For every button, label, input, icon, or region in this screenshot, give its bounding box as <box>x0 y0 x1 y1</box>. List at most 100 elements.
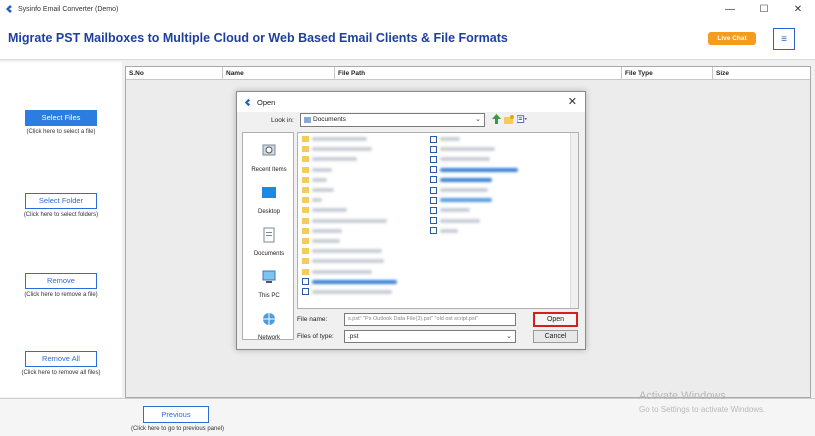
list-item-selected[interactable] <box>430 166 518 174</box>
left-panel: Select Files (Click here to select a fil… <box>0 62 122 397</box>
list-item[interactable] <box>302 206 397 214</box>
list-item[interactable] <box>430 206 518 214</box>
pst-file-icon <box>302 288 309 296</box>
live-chat-button[interactable]: Live Chat <box>708 32 756 45</box>
folder-icon <box>302 166 309 173</box>
pst-file-icon <box>430 206 437 214</box>
place-recent-items[interactable]: Recent Items <box>243 143 295 173</box>
list-item[interactable] <box>302 217 397 225</box>
menu-button[interactable]: ≡ <box>773 28 795 50</box>
select-folder-action: Select Folder (Click here to select fold… <box>0 190 122 218</box>
list-item[interactable] <box>302 145 397 153</box>
place-desktop-label: Desktop <box>257 209 280 215</box>
list-item[interactable] <box>430 155 518 163</box>
list-item[interactable] <box>302 288 397 296</box>
list-item[interactable] <box>430 135 518 143</box>
view-menu-icon[interactable] <box>517 113 527 125</box>
up-folder-icon[interactable] <box>491 113 501 125</box>
look-in-label: Look in: <box>271 117 294 124</box>
documents-folder-icon <box>304 117 311 123</box>
app-logo-icon <box>6 5 12 13</box>
select-files-hint: (Click here to select a file) <box>26 129 96 135</box>
list-item[interactable] <box>302 196 397 204</box>
column-file-type[interactable]: File Type <box>622 67 713 79</box>
file-column-right <box>430 135 518 237</box>
list-item[interactable] <box>430 196 518 204</box>
list-item[interactable] <box>430 217 518 225</box>
open-dialog: Open ✕ Look in: Documents ⌄ Recent Items… <box>236 91 586 350</box>
previous-button[interactable]: Previous <box>143 406 209 423</box>
pst-file-icon <box>430 196 437 204</box>
list-item[interactable] <box>430 186 518 194</box>
column-sno[interactable]: S.No <box>126 67 223 79</box>
list-item[interactable] <box>302 186 397 194</box>
column-name[interactable]: Name <box>223 67 335 79</box>
chevron-down-icon: ⌄ <box>475 116 481 123</box>
minimize-button[interactable]: — <box>713 0 747 18</box>
select-files-action: Select Files (Click here to select a fil… <box>0 107 122 135</box>
file-list[interactable] <box>297 132 579 309</box>
previous-hint: (Click here to go to previous panel) <box>130 426 225 432</box>
place-network[interactable]: Network <box>243 311 295 341</box>
dialog-app-icon <box>244 98 251 106</box>
remove-all-button[interactable]: Remove All <box>25 351 97 367</box>
list-item[interactable] <box>302 247 397 255</box>
folder-icon <box>302 207 309 214</box>
files-of-type-value: .pst <box>348 333 359 340</box>
folder-icon <box>302 248 309 255</box>
bottom-bar: Previous (Click here to go to previous p… <box>0 398 815 436</box>
place-this-pc[interactable]: This PC <box>243 269 295 299</box>
place-documents[interactable]: Documents <box>243 227 295 257</box>
list-item[interactable] <box>302 227 397 235</box>
dialog-close-icon[interactable]: ✕ <box>568 95 577 108</box>
list-item-selected[interactable] <box>430 176 518 184</box>
maximize-button[interactable]: ☐ <box>747 0 781 18</box>
select-files-button[interactable]: Select Files <box>25 110 97 126</box>
list-item[interactable] <box>302 237 397 245</box>
open-button[interactable]: Open <box>533 312 578 327</box>
dialog-title: Open <box>257 97 276 107</box>
pst-file-icon <box>430 155 437 163</box>
hamburger-icon: ≡ <box>781 33 787 45</box>
list-item[interactable] <box>430 227 518 235</box>
look-in-value: Documents <box>313 116 346 123</box>
dialog-toolbar <box>491 113 527 125</box>
list-item[interactable] <box>430 145 518 153</box>
place-documents-label: Documents <box>253 251 285 257</box>
cancel-button[interactable]: Cancel <box>533 330 578 343</box>
desktop-icon <box>262 187 276 198</box>
pst-file-icon <box>430 135 437 143</box>
activate-windows-title: Activate Windows <box>639 390 726 402</box>
list-item[interactable] <box>302 267 397 275</box>
place-desktop[interactable]: Desktop <box>243 185 295 215</box>
list-item[interactable] <box>302 166 397 174</box>
pst-file-icon <box>430 145 437 153</box>
list-item[interactable] <box>302 176 397 184</box>
folder-icon <box>302 258 309 265</box>
places-bar: Recent Items Desktop Documents This PC N… <box>242 132 295 341</box>
pst-file-icon <box>430 217 437 225</box>
close-button[interactable]: ✕ <box>781 0 815 18</box>
folder-icon <box>302 237 309 244</box>
file-name-label: File name: <box>297 316 328 323</box>
recent-items-icon <box>262 144 276 156</box>
files-of-type-select[interactable]: .pst ⌄ <box>344 330 516 343</box>
remove-button[interactable]: Remove <box>25 273 97 289</box>
files-of-type-label: Files of type: <box>297 333 334 340</box>
list-item[interactable] <box>302 257 397 265</box>
look-in-select[interactable]: Documents ⌄ <box>300 113 485 127</box>
file-list-scrollbar[interactable] <box>570 133 578 308</box>
folder-icon <box>302 136 309 143</box>
select-folder-hint: (Click here to select folders) <box>23 212 99 218</box>
column-file-path[interactable]: File Path <box>335 67 622 79</box>
new-folder-icon[interactable] <box>504 113 514 125</box>
column-size[interactable]: Size <box>713 67 810 79</box>
select-folder-button[interactable]: Select Folder <box>25 193 97 209</box>
this-pc-icon <box>262 270 276 283</box>
list-item[interactable] <box>302 135 397 143</box>
file-name-input[interactable]: s.pst" "Ps Outlook Data File(3).pst" "ol… <box>344 313 516 326</box>
network-icon <box>263 313 275 325</box>
list-item[interactable] <box>302 155 397 163</box>
list-item-selected[interactable] <box>302 278 397 286</box>
pst-file-icon <box>430 227 437 235</box>
